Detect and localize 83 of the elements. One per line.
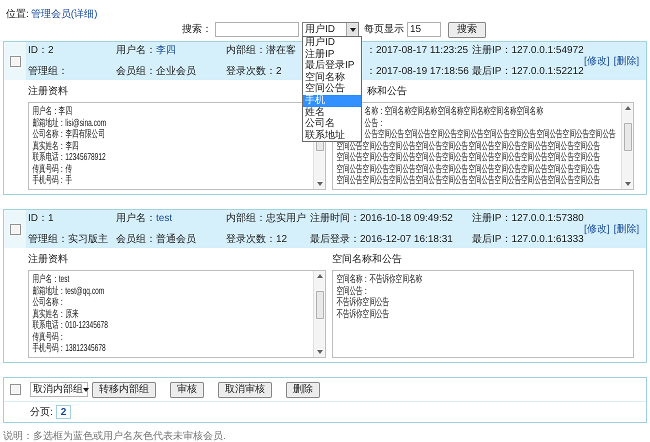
text-line: 邮箱地址：lisi@sina.com [32, 118, 106, 128]
username-field: 用户名：李四 [116, 45, 176, 56]
search-label: 搜索： [182, 22, 212, 37]
toolbar-button[interactable]: 审核 [170, 382, 204, 398]
text-line: 空间公告： [336, 286, 370, 296]
header-field: 管理组： [28, 66, 68, 77]
caret-icon [346, 23, 358, 36]
header-field: 最后IP：127.0.0.1:52212 [472, 66, 584, 77]
username-link[interactable]: test [156, 213, 172, 224]
text-line: 公司名称：李四有限公司 [32, 129, 105, 140]
text-line: 手机号码：手 [32, 175, 72, 186]
header-field: ：2017-08-19 17:18:56 [366, 64, 469, 79]
delete-link[interactable]: [删除] [614, 54, 640, 68]
text-line: 名称：空间名称空间名称空间名称空间名称空间名称空间名称 [364, 106, 543, 118]
toolbar-button[interactable]: 转移内部组 [92, 382, 156, 398]
header-field: 管理组：实习版主 [28, 234, 108, 245]
edit-link[interactable]: [修改] [584, 222, 610, 236]
text-line: 用户名：test [32, 274, 70, 286]
header-field: 注册IP：127.0.0.1:57380 [472, 213, 584, 224]
scrollbar[interactable] [313, 271, 325, 357]
dropdown-option[interactable]: 空间名称 [303, 72, 361, 84]
dropdown-option[interactable]: 用户ID [303, 37, 361, 49]
header-field: 内部组：潜在客 [226, 45, 296, 56]
checkbox[interactable] [10, 384, 20, 395]
username-field: 用户名：test [116, 213, 172, 224]
header-field: 内部组：忠实用户 [226, 213, 306, 224]
header-field: ID：1 [28, 213, 54, 224]
text-line: 不告诉你空间公告 [336, 308, 390, 320]
section-title: 称和公告 [367, 84, 407, 98]
text-line: 真实姓名：李四 [32, 140, 78, 152]
edit-link[interactable]: [修改] [584, 54, 610, 68]
text-line: 空间公告空间公告空间公告空间公告空间公告空间公告空间公告空间公告空间公告空间公告 [336, 152, 600, 164]
text-line: 传真号码：传 [32, 164, 72, 174]
header-field: 会员组：普通会员 [116, 234, 196, 245]
checkbox[interactable] [10, 56, 20, 66]
username-link[interactable]: 李四 [156, 45, 176, 56]
section-title: 注册资料 [28, 84, 68, 98]
section-title: 注册资料 [28, 252, 68, 266]
text-line: 公告空间公告空间公告空间公告空间公告空间公告空间公告空间公告空间公告空间公告 [364, 129, 616, 140]
header-field: 登录次数：12 [226, 234, 288, 245]
text-line: 空间公告空间公告空间公告空间公告空间公告空间公告空间公告空间公告空间公告空间公告 [336, 175, 600, 186]
search-type-select[interactable]: 用户ID [302, 22, 359, 37]
text-line: 不告诉你空间公告 [336, 297, 390, 308]
dropdown-option[interactable]: 空间公告 [303, 83, 361, 95]
text-line: 联系电话：12345678912 [32, 152, 106, 164]
header-field: 最后登录：2016-12-07 16:18:31 [310, 234, 453, 245]
text-line: 邮箱地址：test@qq.com [32, 286, 104, 297]
breadcrumb-label: 位置: [6, 8, 29, 22]
delete-link[interactable]: [删除] [614, 222, 640, 236]
checkbox[interactable] [10, 224, 20, 234]
dropdown-option[interactable]: 最后登录IP [303, 60, 361, 72]
text-line: 空间名称：不告诉你空间名称 [336, 274, 422, 286]
header-field: ID：2 [28, 45, 54, 56]
section-title: 空间名称和公告 [332, 252, 402, 266]
text-line: 真实姓名：原来 [32, 308, 78, 320]
scrollbar[interactable] [621, 103, 633, 189]
header-field: 注册IP：127.0.0.1:54972 [472, 45, 584, 56]
text-line: 手机号码：13812345678 [32, 343, 106, 354]
header-field: 登录次数：2 [226, 66, 282, 77]
text-line: 联系电话：010-12345678 [32, 320, 108, 332]
text-area[interactable]: 用户名：test 邮箱地址：test@qq.com 公司名称： 真实姓名：原来 联系电话：010-12345678 传真号码： 手机号码：13812345678 [28, 270, 326, 358]
search-field[interactable] [215, 22, 299, 37]
page-link[interactable]: 2 [56, 405, 72, 419]
pagination-label: 分页: [30, 406, 53, 420]
text-line: 空间公告空间公告空间公告空间公告空间公告空间公告空间公告空间公告空间公告空间公告 [336, 164, 600, 174]
header-field: ：2017-08-17 11:23:25 [366, 43, 468, 58]
per-page-label: 每页显示 [364, 23, 404, 37]
header-field: 会员组：企业会员 [116, 66, 196, 77]
header-field: 最后IP：127.0.0.1:61333 [472, 234, 584, 245]
text-line: 用户名：李四 [32, 106, 72, 118]
note-text: 说明：多选框为蓝色或用户名灰色代表未审核会员. [3, 430, 227, 442]
per-page-field[interactable]: 15 [407, 22, 441, 37]
text-area[interactable]: 空间名称：不告诉你空间名称 空间公告： 不告诉你空间公告 不告诉你空间公告 [332, 270, 634, 358]
text-line: 公告： [364, 118, 384, 128]
search-button[interactable]: 搜索 [448, 22, 486, 38]
toolbar-button[interactable]: 取消审核 [218, 382, 272, 398]
dropdown-option[interactable]: 注册IP [303, 48, 361, 60]
breadcrumb-link[interactable]: 管理会员(详细) [30, 6, 98, 22]
header-field: 注册时间：2016-10-18 09:49:52 [310, 213, 453, 224]
text-line: 公司名称： [32, 297, 66, 308]
text-line: 传真号码： [32, 332, 66, 342]
group-select[interactable]: 取消内部组 [30, 382, 88, 397]
toolbar-button[interactable]: 删除 [286, 382, 320, 398]
